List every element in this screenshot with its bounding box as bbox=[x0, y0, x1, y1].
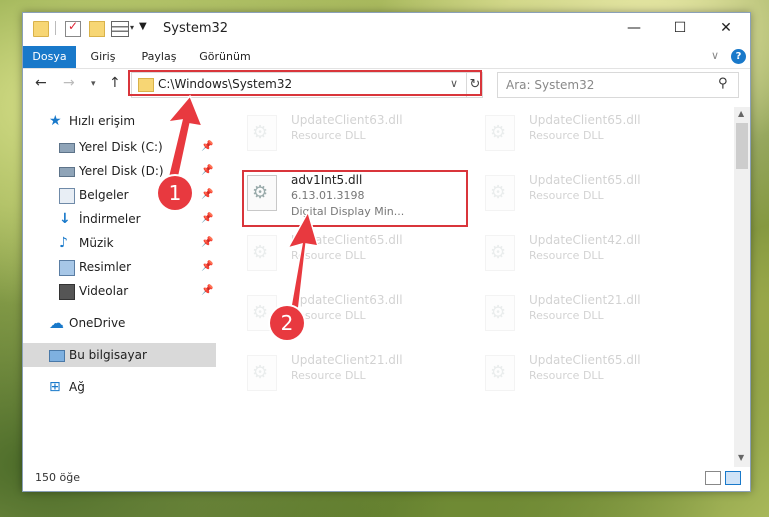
step-1-badge: 1 bbox=[158, 176, 192, 210]
annotation-arrows bbox=[166, 94, 320, 315]
arrow-to-address-bar bbox=[166, 94, 204, 181]
arrow-to-file bbox=[286, 210, 320, 315]
step-2-badge: 2 bbox=[270, 306, 304, 340]
